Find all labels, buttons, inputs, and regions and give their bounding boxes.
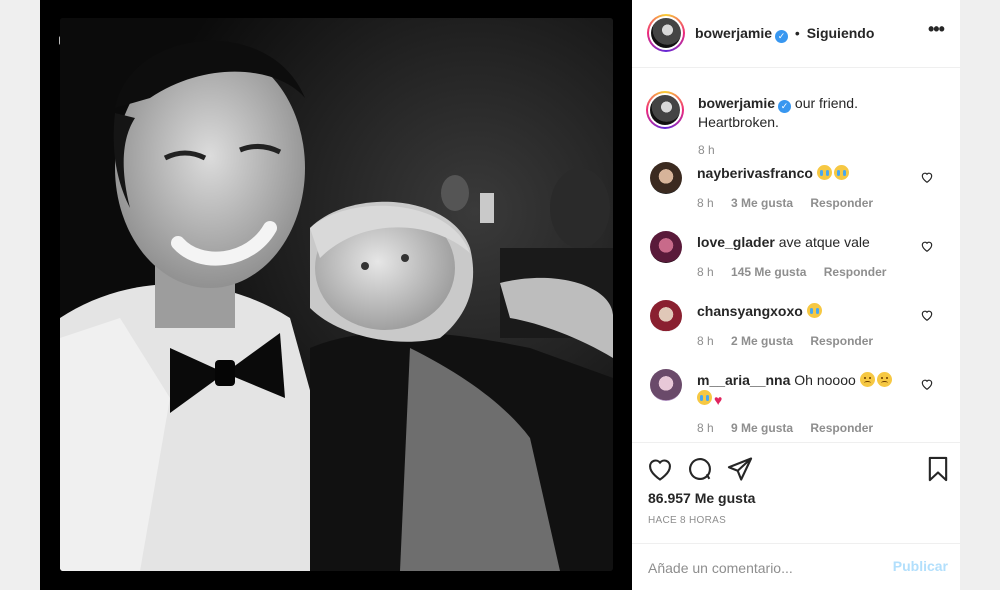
heart-icon[interactable]	[920, 239, 934, 253]
comment-body: chansyangxoxo	[697, 302, 897, 320]
post-modal: bowerjamie ✓ • Siguiendo ••• bowerjamie ✓ …	[40, 0, 960, 590]
comment-meta: 8 h 3 Me gusta Responder	[697, 196, 873, 210]
comment-username[interactable]: m__aria__nna	[697, 372, 790, 388]
commenter-avatar[interactable]	[650, 162, 682, 194]
comments-list[interactable]: bowerjamie ✓ our friend. Heartbroken. 8 h…	[632, 69, 960, 441]
comment-meta: 8 h 2 Me gusta Responder	[697, 334, 873, 348]
post-timestamp: HACE 8 HORAS	[648, 515, 727, 526]
like-heart-icon[interactable]	[646, 455, 674, 483]
comment-body: m__aria__nna Oh noooo ♥	[697, 371, 897, 408]
reply-button[interactable]: Responder	[810, 421, 873, 435]
bookmark-icon[interactable]	[924, 455, 952, 483]
action-bar: 86.957 Me gusta HACE 8 HORAS Publicar	[632, 442, 960, 590]
author-username[interactable]: bowerjamie	[695, 25, 772, 41]
likes-count[interactable]: 86.957 Me gusta	[648, 490, 755, 506]
publish-button[interactable]: Publicar	[893, 558, 948, 574]
commenter-avatar[interactable]	[650, 231, 682, 263]
photo-illustration	[60, 18, 613, 571]
crying-face-emoji-icon	[833, 165, 849, 180]
comment-icon[interactable]	[686, 455, 714, 483]
author-avatar[interactable]	[647, 14, 685, 52]
caption-time: 8 h	[698, 143, 715, 157]
comment-body: love_glader ave atque vale	[697, 233, 897, 251]
comment-time: 8 h	[697, 196, 714, 210]
caption-text: bowerjamie ✓ our friend. Heartbroken.	[698, 94, 938, 131]
paper-plane-icon[interactable]	[726, 455, 754, 483]
comment-likes[interactable]: 2 Me gusta	[731, 334, 793, 348]
commenter-avatar[interactable]	[650, 300, 682, 332]
verified-badge-icon: ✓	[778, 100, 792, 113]
comment-likes[interactable]: 3 Me gusta	[731, 196, 793, 210]
sad-face-emoji-icon	[876, 372, 892, 387]
verified-badge-icon: ✓	[775, 30, 789, 43]
caption-avatar[interactable]	[646, 91, 684, 129]
comment-input[interactable]	[648, 558, 878, 578]
comment-text: ave atque vale	[778, 234, 870, 250]
heart-icon[interactable]	[920, 308, 934, 322]
heart-icon[interactable]	[920, 377, 934, 391]
caption-username[interactable]: bowerjamie	[698, 95, 775, 111]
red-heart-emoji-icon: ♥	[714, 392, 723, 408]
comment-time: 8 h	[697, 334, 714, 348]
crying-face-emoji-icon	[816, 165, 832, 180]
comment-username[interactable]: nayberivasfranco	[697, 165, 813, 181]
crying-face-emoji-icon	[806, 303, 822, 318]
comment-username[interactable]: love_glader	[697, 234, 775, 250]
comment-likes[interactable]: 9 Me gusta	[731, 421, 793, 435]
comment-meta: 8 h 145 Me gusta Responder	[697, 265, 886, 279]
post-sidebar: bowerjamie ✓ • Siguiendo ••• bowerjamie ✓ …	[632, 0, 960, 590]
sad-face-emoji-icon	[859, 372, 875, 387]
comment-time: 8 h	[697, 421, 714, 435]
post-header: bowerjamie ✓ • Siguiendo •••	[632, 0, 960, 68]
crying-face-emoji-icon	[697, 390, 712, 405]
post-photo[interactable]	[60, 18, 613, 571]
comment-likes[interactable]: 145 Me gusta	[731, 265, 806, 279]
more-options-icon[interactable]: •••	[928, 20, 948, 42]
comment-text: Oh noooo	[794, 372, 856, 388]
header-user-info: bowerjamie ✓ • Siguiendo	[695, 25, 874, 43]
follow-separator: •	[794, 25, 800, 41]
following-button[interactable]: Siguiendo	[807, 25, 875, 41]
add-comment-bar: Publicar	[632, 543, 960, 590]
comment-username[interactable]: chansyangxoxo	[697, 303, 803, 319]
comment-time: 8 h	[697, 265, 714, 279]
reply-button[interactable]: Responder	[810, 196, 873, 210]
reply-button[interactable]: Responder	[824, 265, 887, 279]
commenter-avatar[interactable]	[650, 369, 682, 401]
comment-body: nayberivasfranco	[697, 164, 897, 182]
media-panel	[40, 0, 632, 590]
heart-icon[interactable]	[920, 170, 934, 184]
reply-button[interactable]: Responder	[810, 334, 873, 348]
comment-meta: 8 h 9 Me gusta Responder	[697, 421, 873, 435]
